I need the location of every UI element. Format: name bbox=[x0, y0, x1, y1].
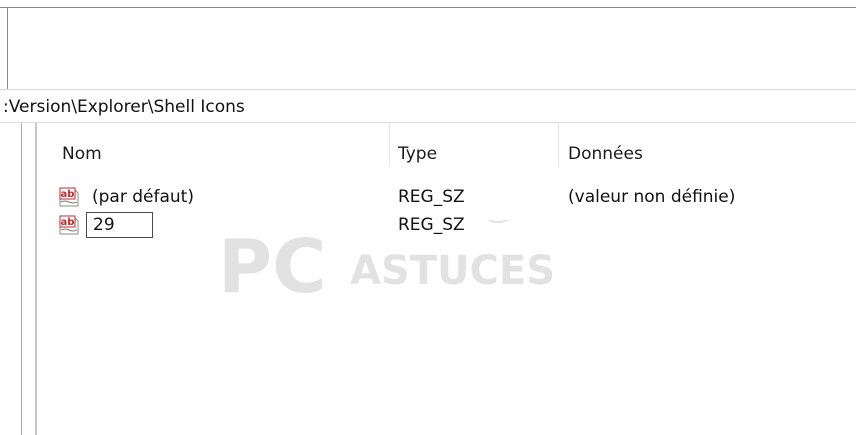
column-header-data-label: Données bbox=[568, 144, 643, 164]
values-pane[interactable]: Nom Type Données ab (par défaut) REG_SZ … bbox=[0, 123, 856, 435]
window-top-border bbox=[0, 7, 856, 8]
reg-string-icon: ab bbox=[59, 187, 79, 207]
column-header-data[interactable]: Données bbox=[568, 123, 856, 167]
rename-input-value: 29 bbox=[93, 215, 115, 235]
svg-text:ab: ab bbox=[61, 217, 75, 228]
value-data: (valeur non définie) bbox=[568, 187, 736, 207]
column-header-type-label: Type bbox=[398, 144, 438, 164]
rename-input[interactable]: 29 bbox=[86, 212, 153, 238]
svg-text:ab: ab bbox=[61, 189, 75, 200]
address-bar[interactable]: :Version\Explorer\Shell Icons bbox=[0, 89, 856, 123]
table-row[interactable]: ab (par défaut) REG_SZ (valeur non défin… bbox=[37, 183, 856, 211]
column-divider[interactable] bbox=[558, 123, 559, 167]
address-path[interactable]: :Version\Explorer\Shell Icons bbox=[3, 97, 245, 117]
value-type: REG_SZ bbox=[398, 187, 465, 207]
tree-pane-edge bbox=[21, 123, 22, 435]
table-row[interactable]: ab 29 REG_SZ bbox=[37, 211, 856, 239]
column-header-name[interactable]: Nom bbox=[62, 123, 388, 167]
column-divider[interactable] bbox=[389, 123, 390, 167]
value-type: REG_SZ bbox=[398, 215, 465, 235]
value-name: (par défaut) bbox=[92, 187, 194, 207]
window-top-area bbox=[8, 8, 856, 88]
column-header-name-label: Nom bbox=[62, 144, 102, 164]
pane-splitter[interactable] bbox=[35, 123, 37, 435]
reg-string-icon: ab bbox=[59, 215, 79, 235]
registry-editor-window: :Version\Explorer\Shell Icons Nom Type D… bbox=[0, 0, 856, 435]
column-header-type[interactable]: Type bbox=[398, 123, 558, 167]
